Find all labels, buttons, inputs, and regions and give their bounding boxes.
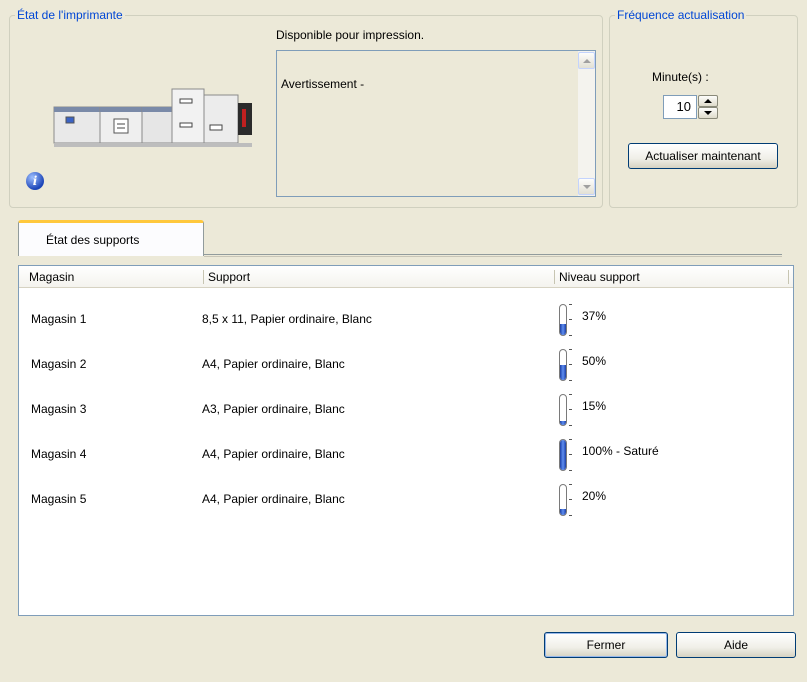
printer-icon bbox=[53, 88, 252, 147]
column-header-level[interactable]: Niveau support bbox=[555, 266, 640, 288]
level-gauge-fill bbox=[560, 509, 566, 515]
minutes-input[interactable]: 10 bbox=[663, 95, 697, 119]
gauge-ticks bbox=[569, 349, 573, 381]
table-row[interactable]: Magasin 3 A3, Papier ordinaire, Blanc 15… bbox=[19, 393, 793, 438]
level-gauge-icon bbox=[559, 304, 567, 336]
level-gauge-fill bbox=[560, 440, 566, 470]
level-gauge-fill bbox=[560, 420, 566, 425]
scroll-down-button[interactable] bbox=[578, 178, 595, 195]
level-gauge-icon bbox=[559, 349, 567, 381]
tab-media-status[interactable]: État des supports bbox=[18, 220, 204, 256]
arrow-up-icon bbox=[582, 58, 591, 63]
warning-scrollbar[interactable] bbox=[578, 51, 595, 196]
table-row[interactable]: Magasin 4 A4, Papier ordinaire, Blanc 10… bbox=[19, 438, 793, 483]
refresh-frequency-legend: Fréquence actualisation bbox=[615, 8, 747, 22]
minutes-increment-button[interactable] bbox=[698, 95, 718, 107]
table-row[interactable]: Magasin 1 8,5 x 11, Papier ordinaire, Bl… bbox=[19, 303, 793, 348]
tab-divider-shadow bbox=[204, 256, 782, 257]
level-text: 20% bbox=[582, 489, 607, 503]
tray-name: Magasin 4 bbox=[31, 447, 87, 461]
column-header-tray[interactable]: Magasin bbox=[25, 266, 74, 288]
refresh-now-button[interactable]: Actualiser maintenant bbox=[628, 143, 778, 169]
minutes-label: Minute(s) : bbox=[652, 70, 709, 84]
warning-box[interactable]: Avertissement - bbox=[276, 50, 596, 197]
arrow-down-icon bbox=[582, 184, 591, 189]
media-description: A4, Papier ordinaire, Blanc bbox=[202, 447, 345, 461]
scroll-up-button[interactable] bbox=[578, 52, 595, 69]
minutes-decrement-button[interactable] bbox=[698, 107, 718, 119]
level-text: 15% bbox=[582, 399, 607, 413]
help-button[interactable]: Aide bbox=[676, 632, 796, 658]
level-text: 37% bbox=[582, 309, 607, 323]
table-row[interactable]: Magasin 2 A4, Papier ordinaire, Blanc 50… bbox=[19, 348, 793, 393]
media-description: A4, Papier ordinaire, Blanc bbox=[202, 492, 345, 506]
media-description: A3, Papier ordinaire, Blanc bbox=[202, 402, 345, 416]
printer-status-group: État de l'imprimante Disponible pour imp… bbox=[9, 8, 603, 208]
media-table[interactable]: Magasin Support Niveau support Magasin 1… bbox=[18, 265, 794, 616]
tray-name: Magasin 1 bbox=[31, 312, 87, 326]
info-icon[interactable]: i bbox=[26, 172, 44, 190]
table-row[interactable]: Magasin 5 A4, Papier ordinaire, Blanc 20… bbox=[19, 483, 793, 528]
refresh-frequency-group: Fréquence actualisation Minute(s) : 10 A… bbox=[609, 8, 798, 208]
level-text: 50% bbox=[582, 354, 607, 368]
tray-name: Magasin 3 bbox=[31, 402, 87, 416]
column-separator[interactable] bbox=[788, 270, 789, 284]
tab-label: État des supports bbox=[46, 233, 140, 247]
level-gauge-fill bbox=[560, 365, 566, 380]
level-gauge-fill bbox=[560, 323, 566, 335]
printer-status-legend: État de l'imprimante bbox=[15, 8, 125, 22]
gauge-ticks bbox=[569, 394, 573, 426]
gauge-ticks bbox=[569, 484, 573, 516]
gauge-ticks bbox=[569, 439, 573, 471]
availability-text: Disponible pour impression. bbox=[276, 28, 425, 42]
table-header: Magasin Support Niveau support bbox=[19, 266, 793, 288]
level-text: 100% - Saturé bbox=[582, 444, 659, 458]
arrow-down-icon bbox=[704, 111, 712, 115]
level-gauge-icon bbox=[559, 484, 567, 516]
media-description: A4, Papier ordinaire, Blanc bbox=[202, 357, 345, 371]
level-gauge-icon bbox=[559, 439, 567, 471]
column-header-media[interactable]: Support bbox=[204, 266, 250, 288]
warning-text: Avertissement - bbox=[281, 77, 365, 91]
close-button[interactable]: Fermer bbox=[544, 632, 668, 658]
tab-divider bbox=[204, 254, 782, 255]
level-gauge-icon bbox=[559, 394, 567, 426]
tray-name: Magasin 5 bbox=[31, 492, 87, 506]
arrow-up-icon bbox=[704, 99, 712, 103]
media-description: 8,5 x 11, Papier ordinaire, Blanc bbox=[202, 312, 372, 326]
tray-name: Magasin 2 bbox=[31, 357, 87, 371]
gauge-ticks bbox=[569, 304, 573, 336]
